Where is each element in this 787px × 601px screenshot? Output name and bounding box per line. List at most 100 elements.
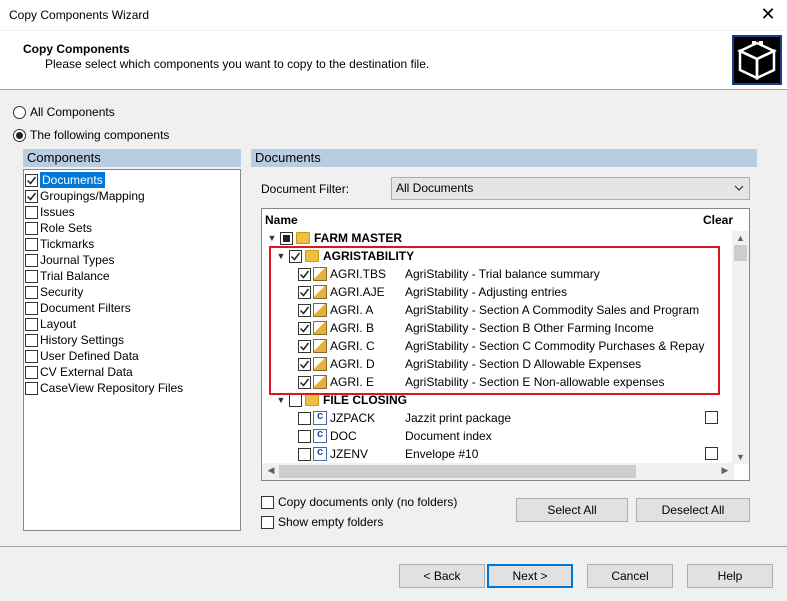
component-item[interactable]: Journal Types	[25, 252, 240, 268]
scroll-right-icon[interactable]: ▶	[718, 465, 732, 476]
tree-folder-row[interactable]: ▼ FARM MASTER	[266, 229, 402, 247]
component-label: Groupings/Mapping	[40, 189, 145, 203]
component-label: Tickmarks	[40, 237, 95, 251]
folder-name: FILE CLOSING	[323, 393, 407, 407]
document-icon	[313, 357, 327, 371]
column-header-clear[interactable]: Clear	[703, 213, 733, 227]
documents-tree[interactable]: Name Clear ▲ ▼ ◀ ▶ ▼ FARM MASTER ▼ AGRISTAB…	[261, 208, 750, 481]
document-description: AgriStability - Section A Commodity Sale…	[405, 303, 700, 317]
radio-all-components[interactable]: All Components	[13, 105, 115, 119]
tree-vertical-scrollbar[interactable]: ▲ ▼	[732, 231, 749, 464]
tree-checkbox[interactable]	[280, 231, 293, 245]
component-checkbox[interactable]	[25, 301, 38, 315]
component-checkbox[interactable]	[25, 381, 38, 395]
tree-document-row[interactable]: JZENV Envelope #10	[296, 445, 478, 463]
tree-document-row[interactable]: JZPACK Jazzit print package	[296, 409, 511, 427]
cancel-button[interactable]: Cancel	[587, 564, 673, 588]
component-item[interactable]: Groupings/Mapping	[25, 188, 240, 204]
tree-document-row[interactable]: DOC Document index	[296, 427, 492, 445]
tree-document-row[interactable]: AGRI. B AgriStability - Section B Other F…	[296, 319, 654, 337]
component-checkbox[interactable]	[25, 221, 38, 235]
tree-checkbox[interactable]	[298, 375, 311, 389]
component-item[interactable]: Layout	[25, 316, 240, 332]
component-item[interactable]: Trial Balance	[25, 268, 240, 284]
column-header-name[interactable]: Name	[265, 213, 298, 227]
document-description: AgriStability - Section D Allowable Expe…	[405, 357, 642, 371]
scroll-down-icon[interactable]: ▼	[732, 452, 749, 462]
component-item[interactable]: CaseView Repository Files	[25, 380, 240, 396]
component-item[interactable]: Tickmarks	[25, 236, 240, 252]
tree-checkbox[interactable]	[298, 339, 311, 353]
next-button[interactable]: Next >	[487, 564, 573, 588]
component-checkbox[interactable]	[25, 189, 38, 203]
document-filter-select[interactable]: All Documents	[391, 177, 750, 200]
document-description: AgriStability - Trial balance summary	[405, 267, 600, 281]
component-checkbox[interactable]	[25, 285, 38, 299]
tree-checkbox[interactable]	[289, 393, 302, 407]
tree-document-row[interactable]: AGRI.AJE AgriStability - Adjusting entrie…	[296, 283, 567, 301]
vertical-scroll-thumb[interactable]	[734, 245, 747, 261]
component-checkbox[interactable]	[25, 349, 38, 363]
tree-document-row[interactable]: AGRI. A AgriStability - Section A Commodi…	[296, 301, 699, 319]
radio-following-dot[interactable]	[13, 128, 26, 142]
deselect-all-button[interactable]: Deselect All	[636, 498, 750, 522]
select-all-button[interactable]: Select All	[516, 498, 628, 522]
tree-checkbox[interactable]	[298, 447, 311, 461]
copy-documents-only-option[interactable]: Copy documents only (no folders)	[261, 495, 457, 509]
show-empty-folders-checkbox[interactable]	[261, 515, 274, 529]
tree-document-row[interactable]: AGRI. C AgriStability - Section C Commodi…	[296, 337, 704, 355]
tree-document-row[interactable]: AGRI. E AgriStability - Section E Non-all…	[296, 373, 664, 391]
tree-folder-row[interactable]: ▼ FILE CLOSING	[275, 391, 407, 409]
tree-checkbox[interactable]	[298, 429, 311, 443]
component-checkbox[interactable]	[25, 205, 38, 219]
tree-checkbox[interactable]	[289, 249, 302, 263]
components-list: Documents Groupings/Mapping Issues Role Set…	[23, 169, 241, 531]
document-description: AgriStability - Adjusting entries	[405, 285, 568, 299]
tree-horizontal-scrollbar[interactable]: ◀ ▶	[262, 463, 734, 480]
tree-checkbox[interactable]	[298, 303, 311, 317]
document-description: AgriStability - Section C Commodity Purc…	[405, 339, 705, 353]
tree-document-row[interactable]: AGRI.TBS AgriStability - Trial balance su…	[296, 265, 600, 283]
tree-checkbox[interactable]	[298, 357, 311, 371]
document-code: AGRI.AJE	[330, 285, 385, 299]
scroll-up-icon[interactable]: ▲	[732, 233, 749, 243]
radio-following-components[interactable]: The following components	[13, 128, 169, 142]
component-checkbox[interactable]	[25, 253, 38, 267]
tree-checkbox[interactable]	[298, 411, 311, 425]
component-item[interactable]: History Settings	[25, 332, 240, 348]
expand-chevron-icon[interactable]: ▼	[266, 233, 278, 243]
tree-document-row[interactable]: AGRI. D AgriStability - Section D Allowab…	[296, 355, 641, 373]
folder-icon	[305, 250, 319, 262]
expand-chevron-icon[interactable]: ▼	[275, 251, 287, 261]
component-checkbox[interactable]	[25, 317, 38, 331]
component-item[interactable]: Document Filters	[25, 300, 240, 316]
back-button[interactable]: < Back	[399, 564, 485, 588]
component-item[interactable]: Security	[25, 284, 240, 300]
component-checkbox[interactable]	[25, 173, 38, 187]
copy-documents-only-checkbox[interactable]	[261, 495, 274, 509]
tree-checkbox[interactable]	[298, 267, 311, 281]
component-item[interactable]: Role Sets	[25, 220, 240, 236]
expand-chevron-icon[interactable]: ▼	[275, 395, 287, 405]
component-checkbox[interactable]	[25, 333, 38, 347]
show-empty-folders-option[interactable]: Show empty folders	[261, 515, 383, 529]
component-checkbox[interactable]	[25, 365, 38, 379]
tree-folder-row[interactable]: ▼ AGRISTABILITY	[275, 247, 415, 265]
document-code: JZPACK	[330, 411, 376, 425]
component-item[interactable]: Issues	[25, 204, 240, 220]
close-icon[interactable]: ✕	[757, 4, 779, 26]
radio-all-dot[interactable]	[13, 105, 26, 119]
scroll-left-icon[interactable]: ◀	[264, 465, 278, 476]
tree-checkbox[interactable]	[298, 285, 311, 299]
help-button[interactable]: Help	[687, 564, 773, 588]
clear-checkbox[interactable]	[705, 411, 718, 424]
tree-checkbox[interactable]	[298, 321, 311, 335]
document-description: AgriStability - Section B Other Farming …	[405, 321, 654, 335]
clear-checkbox[interactable]	[705, 447, 718, 460]
component-item[interactable]: Documents	[25, 172, 240, 188]
component-checkbox[interactable]	[25, 269, 38, 283]
component-checkbox[interactable]	[25, 237, 38, 251]
component-item[interactable]: User Defined Data	[25, 348, 240, 364]
horizontal-scroll-thumb[interactable]	[279, 465, 636, 478]
component-item[interactable]: CV External Data	[25, 364, 240, 380]
